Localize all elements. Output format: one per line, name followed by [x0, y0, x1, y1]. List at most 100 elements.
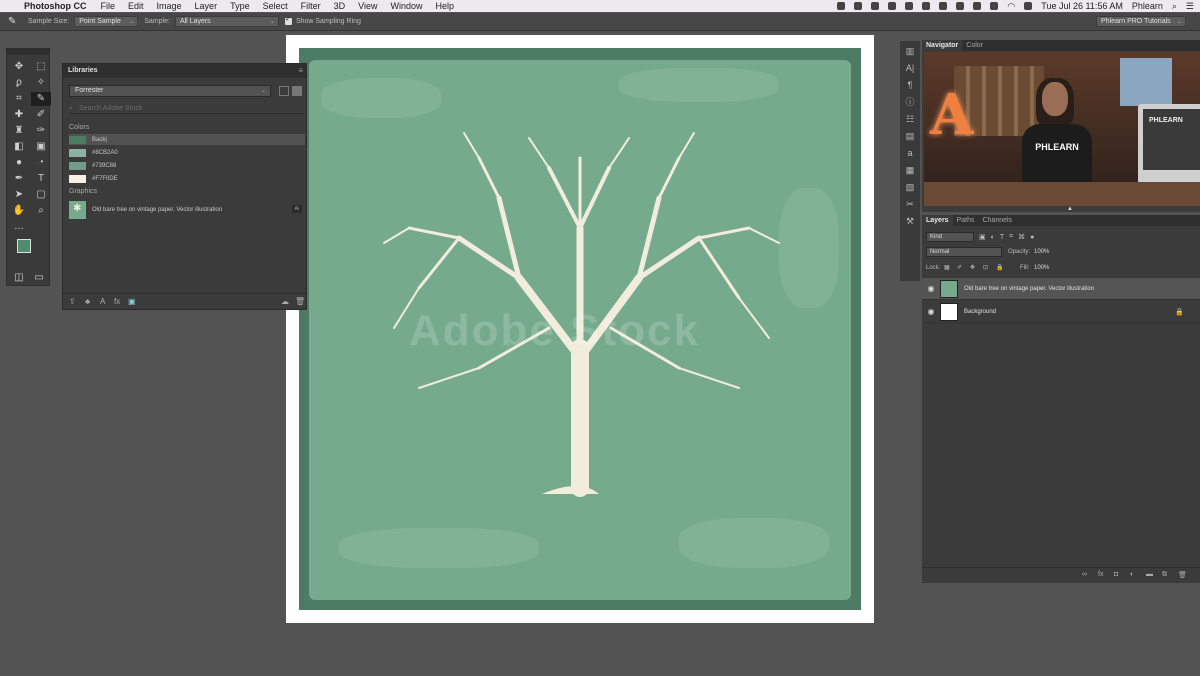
eyedropper-tool-icon[interactable]: ✎ [8, 16, 22, 28]
volume-icon[interactable] [1024, 2, 1033, 10]
color-swatch-row[interactable]: Back| [69, 134, 305, 145]
type-tool-icon[interactable]: T [31, 172, 51, 186]
quick-mask-icon[interactable]: ◫ [9, 271, 29, 285]
menu-image[interactable]: Image [157, 1, 182, 11]
opacity-value[interactable]: 100% [1034, 249, 1049, 255]
color-swatch-row[interactable]: #8CB2A0 [69, 147, 305, 158]
histogram-icon[interactable]: ▥ [900, 44, 920, 58]
new-group-icon[interactable]: ▬ [1146, 571, 1153, 578]
more-tools-icon[interactable]: … [9, 220, 29, 234]
gradient-tool-icon[interactable]: ▣ [31, 140, 51, 154]
magic-wand-tool-icon[interactable]: ✧ [31, 76, 51, 90]
lock-transparent-icon[interactable]: ▦ [944, 264, 950, 271]
status-icon[interactable] [956, 2, 965, 10]
navigator-zoom-slider[interactable]: ▲ [924, 206, 1200, 212]
status-icon[interactable] [922, 2, 931, 10]
history-brush-tool-icon[interactable]: ✑ [31, 124, 51, 138]
slider-thumb-icon[interactable]: ▲ [1067, 206, 1073, 212]
crop-tool-icon[interactable]: ⌗ [9, 92, 29, 106]
status-icon[interactable] [973, 2, 982, 10]
trash-icon[interactable]: 🗑 [295, 297, 305, 306]
brush-tool-icon[interactable]: ✐ [31, 108, 51, 122]
filter-pixel-icon[interactable]: ▣ [979, 233, 986, 241]
screen-mode-icon[interactable]: ▭ [29, 271, 49, 285]
app-menu[interactable]: Photoshop CC [24, 1, 87, 11]
filter-kind-select[interactable]: Kind [926, 232, 974, 242]
lock-all-icon[interactable]: 🔒 [996, 264, 1003, 271]
filter-smart-object-icon[interactable]: ⌘ [1018, 233, 1025, 241]
status-icon[interactable] [888, 2, 897, 10]
move-tool-icon[interactable]: ✥ [9, 60, 29, 74]
menu-layer[interactable]: Layer [195, 1, 218, 11]
filter-toggle-icon[interactable]: ● [1030, 234, 1034, 241]
menu-filter[interactable]: Filter [301, 1, 321, 11]
status-icon[interactable] [854, 2, 863, 10]
tools-presets-icon[interactable]: ✂ [900, 197, 920, 211]
pen-tool-icon[interactable]: ✒ [9, 172, 29, 186]
dodge-tool-icon[interactable]: ◔ [31, 156, 51, 170]
brush-presets-icon[interactable]: ⚒ [900, 214, 920, 228]
stamp-tool-icon[interactable]: ♜ [9, 124, 29, 138]
libraries-panel-title[interactable]: Libraries [63, 64, 306, 78]
workspace-select[interactable]: Phlearn PRO Tutorials ⌄ [1096, 16, 1186, 27]
zoom-tool-icon[interactable]: ⌕ [31, 204, 51, 218]
notes-icon[interactable]: ▧ [900, 180, 920, 194]
sampling-ring-checkbox[interactable] [284, 15, 292, 25]
add-color-icon[interactable]: ▣ [128, 297, 136, 306]
fill-value[interactable]: 100% [1034, 265, 1049, 271]
status-icon[interactable] [990, 2, 999, 10]
adjustment-layer-icon[interactable]: ◐ [1130, 571, 1134, 578]
library-select[interactable]: Forrester ⌄ [69, 85, 271, 97]
lock-pixels-icon[interactable]: ✐ [957, 264, 962, 271]
visibility-eye-icon[interactable]: ◉ [922, 284, 940, 293]
shape-tool-icon[interactable]: ▢ [31, 188, 51, 202]
link-layers-icon[interactable]: ∞ [1082, 571, 1087, 578]
healing-brush-tool-icon[interactable]: ✚ [9, 108, 29, 122]
glyphs-icon[interactable]: a [900, 146, 920, 160]
clock[interactable]: Tue Jul 26 11:56 AM [1041, 1, 1123, 11]
filter-type-icon[interactable]: T [1000, 234, 1004, 241]
libraries-dock-icon[interactable]: ▦ [900, 163, 920, 177]
cloud-sync-icon[interactable]: ☁ [281, 297, 289, 306]
blend-mode-select[interactable]: Normal [926, 247, 1002, 257]
properties-icon[interactable]: ☷ [900, 112, 920, 126]
delete-layer-icon[interactable]: 🗑 [1178, 571, 1187, 579]
layer-comps-icon[interactable]: ▤ [900, 129, 920, 143]
notification-center-icon[interactable]: ☰ [1186, 1, 1194, 12]
paragraph-icon[interactable]: ¶ [900, 78, 920, 92]
menu-select[interactable]: Select [263, 1, 288, 11]
stock-search-input[interactable]: ⌕ Search Adobe Stock [69, 103, 304, 114]
menu-help[interactable]: Help [435, 1, 454, 11]
menu-edit[interactable]: Edit [128, 1, 144, 11]
lasso-tool-icon[interactable]: ϼ [9, 76, 29, 90]
status-icon[interactable] [837, 2, 846, 10]
color-name-input[interactable]: Back| [92, 137, 107, 143]
add-char-style-icon[interactable]: A [100, 297, 105, 306]
menu-3d[interactable]: 3D [334, 1, 346, 11]
add-layer-style-icon[interactable]: fx [114, 297, 120, 306]
tab-channels[interactable]: Channels [978, 215, 1016, 226]
tab-layers[interactable]: Layers [922, 215, 953, 226]
tab-navigator[interactable]: Navigator [922, 40, 963, 51]
spotlight-icon[interactable]: ⌕ [1172, 1, 1177, 12]
lock-position-icon[interactable]: ✥ [970, 264, 975, 271]
upload-icon[interactable]: ⇪ [69, 297, 76, 306]
character-icon[interactable]: A| [900, 61, 920, 75]
eraser-tool-icon[interactable]: ◧ [9, 140, 29, 154]
new-layer-icon[interactable]: ⧉ [1162, 571, 1167, 579]
panel-menu-icon[interactable]: ≡ [298, 66, 303, 75]
layer-style-icon[interactable]: fx [1098, 571, 1103, 578]
color-swatch-row[interactable]: #739C88 [69, 160, 305, 171]
sample-select[interactable]: All Layers ⌄ [174, 16, 279, 27]
filter-shape-icon[interactable]: ⌗ [1009, 233, 1013, 241]
lock-artboard-icon[interactable]: ⊡ [983, 264, 988, 271]
path-selection-tool-icon[interactable]: ➤ [9, 188, 29, 202]
menu-view[interactable]: View [358, 1, 377, 11]
tab-paths[interactable]: Paths [953, 215, 979, 226]
info-icon[interactable]: ⓘ [900, 95, 920, 109]
wifi-icon[interactable]: ◠ [1007, 1, 1015, 12]
layer-row[interactable]: ◉ Background 🔒 [922, 301, 1200, 323]
sample-size-select[interactable]: Point Sample ⌄ [74, 16, 139, 27]
list-view-icon[interactable] [292, 86, 302, 96]
filter-adjustment-icon[interactable]: ◐ [991, 234, 995, 241]
